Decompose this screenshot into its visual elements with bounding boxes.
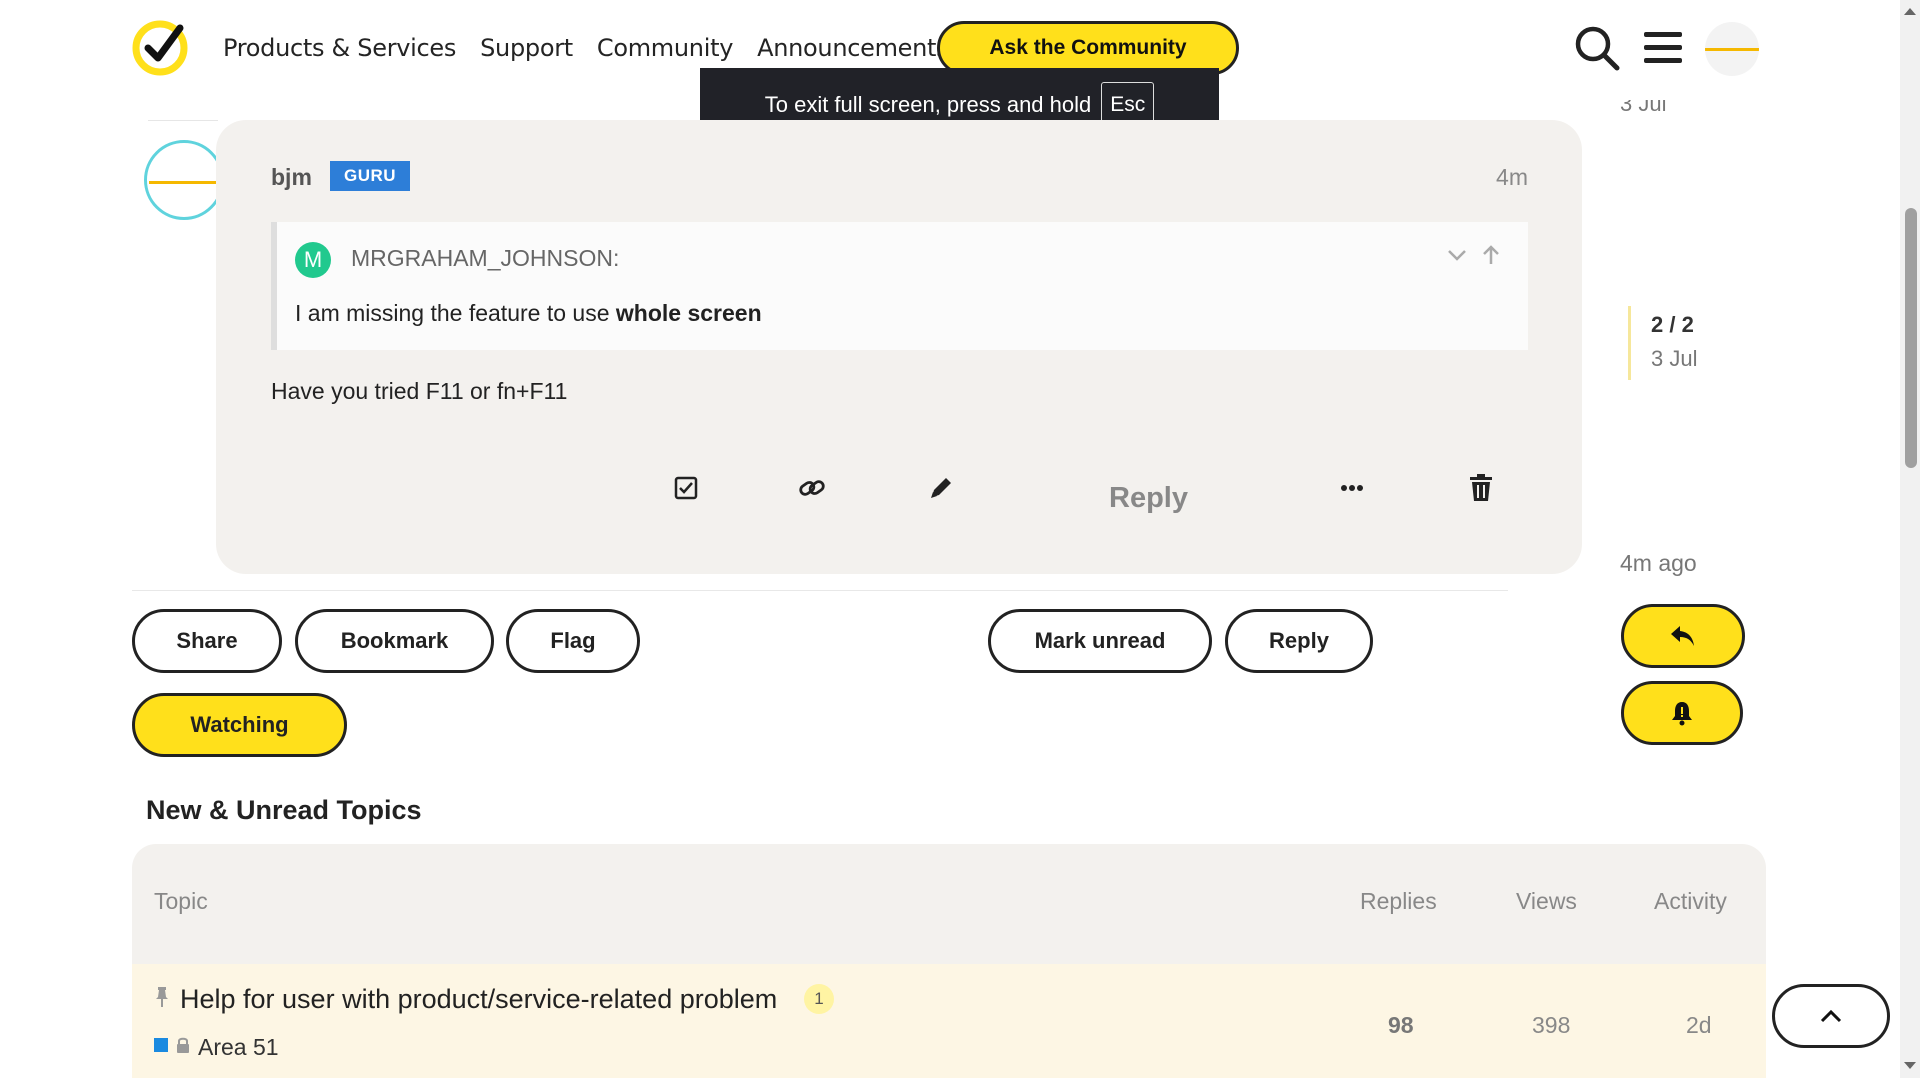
quote-text-bold: whole screen bbox=[615, 300, 762, 326]
solution-checkbox-button[interactable] bbox=[666, 468, 706, 508]
post-separator bbox=[148, 120, 218, 121]
copy-link-button[interactable] bbox=[792, 468, 832, 508]
post-footer-divider bbox=[132, 590, 1508, 591]
notification-level-button[interactable] bbox=[1621, 681, 1743, 745]
column-header-topic[interactable]: Topic bbox=[154, 888, 208, 915]
timeline-position: 2 / 2 bbox=[1651, 312, 1694, 337]
watching-button[interactable]: Watching bbox=[132, 693, 347, 757]
ask-community-button[interactable]: Ask the Community bbox=[937, 21, 1239, 75]
share-button[interactable]: Share bbox=[132, 609, 282, 673]
post-username[interactable]: bjm bbox=[271, 164, 312, 191]
quote-text: I am missing the feature to use whole sc… bbox=[295, 300, 762, 327]
unread-count-badge[interactable]: 1 bbox=[804, 984, 834, 1014]
timeline-reply-button[interactable] bbox=[1621, 604, 1745, 668]
category-color-badge bbox=[154, 1038, 168, 1052]
chevron-up-icon bbox=[1820, 1009, 1842, 1023]
page: Products & Services Support Community An… bbox=[0, 0, 1920, 1078]
nav-announcements[interactable]: Announcements bbox=[757, 34, 949, 62]
column-header-views[interactable]: Views bbox=[1516, 888, 1577, 915]
nav-support[interactable]: Support bbox=[480, 34, 573, 62]
quote-author-avatar: M bbox=[295, 242, 331, 278]
timeline-last-activity[interactable]: 4m ago bbox=[1620, 550, 1697, 577]
topic-title-link[interactable]: Help for user with product/service-relat… bbox=[180, 984, 777, 1015]
scroll-down-arrow-icon[interactable] bbox=[1904, 1062, 1916, 1069]
timeline-handle[interactable] bbox=[1628, 306, 1631, 380]
search-icon[interactable] bbox=[1573, 24, 1621, 72]
lock-icon bbox=[177, 1037, 189, 1053]
reply-arrow-icon bbox=[1671, 626, 1694, 646]
scrollbar-thumb[interactable] bbox=[1905, 208, 1917, 468]
link-icon bbox=[799, 480, 825, 496]
pin-icon bbox=[156, 987, 168, 1007]
trash-icon bbox=[1470, 474, 1492, 501]
main-nav: Products & Services Support Community An… bbox=[223, 34, 949, 62]
arrow-up-icon[interactable] bbox=[1478, 242, 1504, 268]
category-link[interactable]: Area 51 bbox=[198, 1034, 279, 1061]
flag-button[interactable]: Flag bbox=[506, 609, 640, 673]
quote-author-name: MRGRAHAM_JOHNSON: bbox=[351, 245, 620, 271]
topic-reply-button[interactable]: Reply bbox=[1225, 609, 1373, 673]
post-reply-button[interactable]: Reply bbox=[1109, 482, 1188, 515]
mark-unread-button[interactable]: Mark unread bbox=[988, 609, 1212, 673]
topic-views-count: 398 bbox=[1532, 1012, 1571, 1038]
topics-table: Topic Replies Views Activity Help for us… bbox=[132, 844, 1766, 1078]
page-scrollbar[interactable] bbox=[1900, 0, 1920, 1078]
post-time[interactable]: 4m bbox=[1496, 164, 1528, 191]
quote-text-normal: I am missing the feature to use bbox=[295, 300, 616, 326]
post-body: Have you tried F11 or fn+F11 bbox=[271, 378, 568, 404]
column-header-activity[interactable]: Activity bbox=[1654, 888, 1727, 915]
post-card: bjm GURU 4m M MRGRAHAM_JOHNSON: I am mis… bbox=[216, 120, 1582, 574]
edit-post-button[interactable] bbox=[921, 468, 961, 508]
bell-icon bbox=[1672, 702, 1692, 726]
more-actions-button[interactable] bbox=[1332, 468, 1372, 508]
timeline-start-date[interactable]: 3 Jul bbox=[1620, 100, 1666, 120]
fullscreen-notice-text: To exit full screen, press and hold bbox=[764, 92, 1092, 117]
chevron-down-icon[interactable] bbox=[1444, 242, 1470, 268]
nav-products-services[interactable]: Products & Services bbox=[223, 34, 456, 62]
user-avatar[interactable] bbox=[1705, 22, 1759, 76]
bookmark-button[interactable]: Bookmark bbox=[295, 609, 494, 673]
delete-post-button[interactable] bbox=[1461, 468, 1501, 508]
new-unread-topics-heading: New & Unread Topics bbox=[146, 795, 422, 825]
post-author-avatar[interactable] bbox=[144, 140, 224, 220]
scroll-to-top-button[interactable] bbox=[1772, 984, 1890, 1048]
ellipsis-icon bbox=[1341, 485, 1363, 491]
timeline-date: 3 Jul bbox=[1651, 346, 1698, 371]
pencil-icon bbox=[931, 478, 951, 498]
table-row[interactable]: Help for user with product/service-relat… bbox=[132, 964, 1766, 1078]
scroll-up-arrow-icon[interactable] bbox=[1904, 8, 1916, 15]
quote-controls bbox=[1444, 242, 1504, 268]
topic-activity[interactable]: 2d bbox=[1686, 1012, 1712, 1039]
norton-logo-icon[interactable] bbox=[132, 20, 188, 76]
nav-community[interactable]: Community bbox=[597, 34, 734, 62]
topic-replies-count[interactable]: 98 bbox=[1388, 1012, 1414, 1039]
quote-block: M MRGRAHAM_JOHNSON: I am missing the fea… bbox=[271, 222, 1528, 350]
checkbox-checked-icon bbox=[674, 476, 698, 500]
column-header-replies[interactable]: Replies bbox=[1360, 888, 1437, 915]
hamburger-menu-icon[interactable] bbox=[1640, 24, 1688, 72]
guru-badge[interactable]: GURU bbox=[330, 161, 410, 191]
